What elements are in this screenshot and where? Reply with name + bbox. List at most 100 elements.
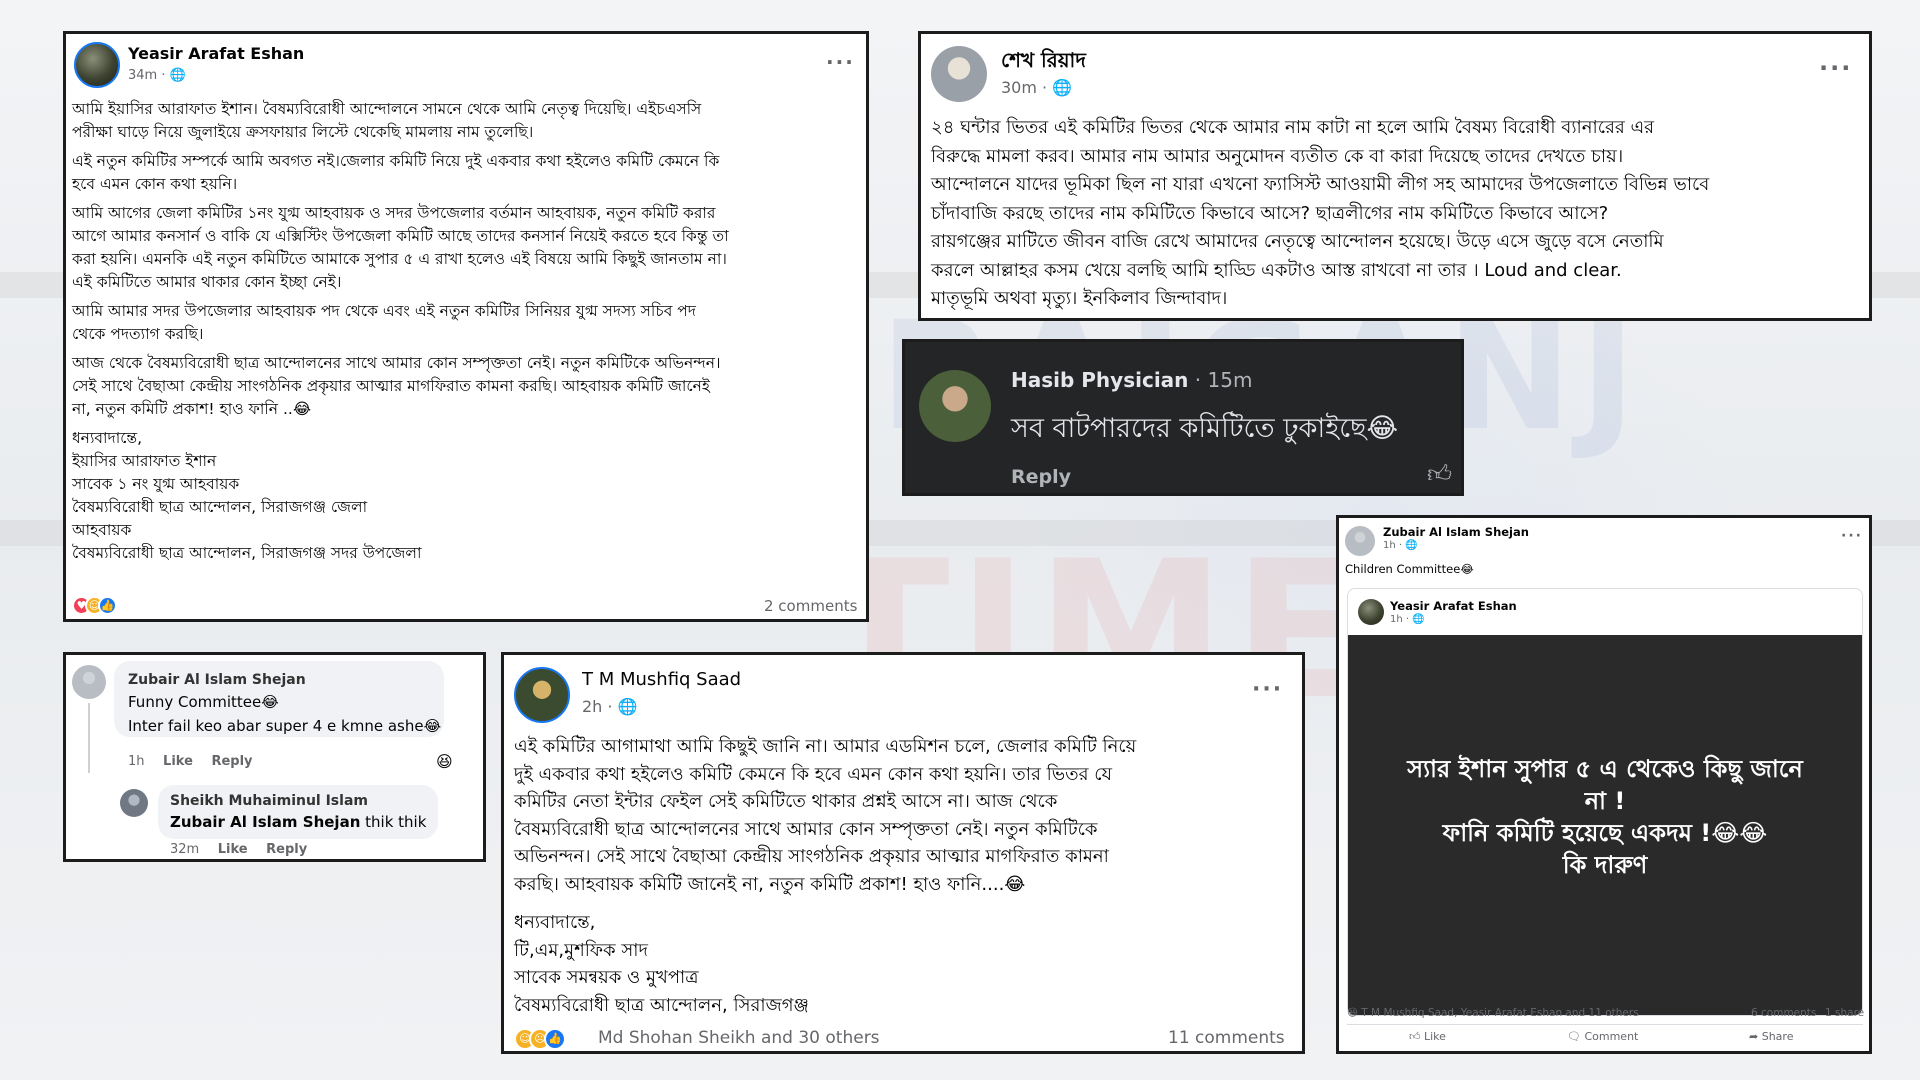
post-text-line: মাতৃভূমি অথবা মৃত্যু। ইনকিলাব জিন্দাবাদ। bbox=[931, 288, 1228, 309]
share-count[interactable]: 1 share bbox=[1825, 1007, 1864, 1019]
globe-icon: 🌐 bbox=[169, 68, 186, 83]
post-paragraph: আমি আমার সদর উপজেলার আহবায়ক পদ থেকে এবং… bbox=[72, 300, 864, 346]
post-author[interactable]: Yeasir Arafat Eshan bbox=[128, 44, 304, 63]
avatar[interactable] bbox=[514, 667, 570, 723]
reactors-names: T M Mushfiq Saad, Yeasir Arafat Eshan an… bbox=[1361, 1007, 1639, 1019]
comment-count[interactable]: 2 comments bbox=[764, 597, 857, 615]
post-text-line: এই কমিটিতে আমার থাকার কোন ইচ্ছা নেই। bbox=[72, 273, 342, 291]
post-text-line: এই কমিটির আগামাথা আমি কিছুই জানি না। আমা… bbox=[514, 736, 1137, 757]
post-text-line: আগে আমার কনসার্ন ও বাকি যে এক্সিস্টিং উপ… bbox=[72, 227, 729, 245]
like-button[interactable]: Like bbox=[218, 842, 248, 857]
post-text-line: অভিনন্দন। সেই সাথে বৈছাআ কেন্দ্রীয় সাংগ… bbox=[514, 846, 1109, 867]
image-text-line: স্যার ইশান সুপার ৫ এ থেকেও কিছু জানে bbox=[1407, 755, 1803, 783]
avatar[interactable] bbox=[919, 370, 991, 442]
post-text-line: রায়গঞ্জের মাটিতে জীবন বাজি রেখে আমাদের … bbox=[931, 231, 1664, 252]
reactors-text[interactable]: Md Shohan Sheikh and 30 others bbox=[598, 1028, 880, 1048]
like-button[interactable]: Like bbox=[163, 754, 193, 769]
comment-author[interactable]: Zubair Al Islam Shejan bbox=[128, 672, 306, 688]
comment-author[interactable]: Sheikh Muhaiminul Islam bbox=[170, 793, 368, 809]
more-options-icon[interactable]: ··· bbox=[1252, 677, 1283, 702]
post-text-line: বৈষম্যবিরোধী ছাত্র আন্দোলনের সাথে আমার ক… bbox=[514, 818, 1098, 840]
reply-button[interactable]: Reply bbox=[266, 842, 307, 857]
avatar[interactable] bbox=[1358, 599, 1384, 625]
comment-actions: 32m Like Reply bbox=[170, 842, 307, 857]
post-text-line: করলে আল্লাহর কসম খেয়ে বলছি আমি হাড্ডি এ… bbox=[931, 259, 1622, 281]
avatar[interactable] bbox=[931, 46, 987, 102]
haha-icon: 😆 bbox=[1347, 1007, 1358, 1019]
shared-image[interactable]: স্যার ইশান সুপার ৫ এ থেকেও কিছু জানে না … bbox=[1348, 635, 1862, 1015]
avatar[interactable] bbox=[74, 42, 120, 88]
post-text-line: সাবেক ১ নং যুগ্ম আহবায়ক bbox=[72, 475, 240, 493]
laugh-reaction-icon[interactable]: 😆 bbox=[436, 752, 453, 771]
post-time[interactable]: 1h · 🌐 bbox=[1383, 540, 1418, 551]
post-time[interactable]: 34m · 🌐 bbox=[128, 68, 186, 83]
share-action-button[interactable]: ➦ Share bbox=[1749, 1030, 1793, 1043]
post-caption: Children Committee😂 bbox=[1345, 562, 1474, 576]
reactions[interactable]: ☺ ☹ 👍 bbox=[514, 1027, 566, 1050]
post-time-text: 1h · bbox=[1383, 540, 1406, 551]
reactors-text[interactable]: 😆 T M Mushfiq Saad, Yeasir Arafat Eshan … bbox=[1347, 1007, 1639, 1019]
reply-button[interactable]: Reply bbox=[211, 754, 252, 769]
more-options-icon[interactable]: ··· bbox=[826, 50, 855, 74]
post-text-line: সেই সাথে বৈছাআ কেন্দ্রীয় সাংগঠনিক প্রকৃ… bbox=[72, 377, 710, 395]
post-author[interactable]: T M Mushfiq Saad bbox=[582, 669, 741, 690]
post-text-line: চাঁদাবাজি করছে তাদের নাম কমিটিতে কিভাবে … bbox=[931, 202, 1609, 224]
post-time-text: 2h · bbox=[582, 697, 618, 716]
post-text-line: পরীক্ষা ঘাড়ে নিয়ে জুলাইয়ে ক্রসফায়ার … bbox=[72, 123, 534, 141]
signature-line: বৈষম্যবিরোধী ছাত্র আন্দোলন, সিরাজগঞ্জ bbox=[514, 994, 809, 1016]
post-body: ২৪ ঘন্টার ভিতর এই কমিটির ভিতর থেকে আমার … bbox=[931, 114, 1866, 314]
signature-line: ধন্যবাদান্তে, bbox=[514, 912, 596, 933]
avatar[interactable] bbox=[72, 665, 106, 699]
avatar[interactable] bbox=[1345, 526, 1375, 556]
post-author[interactable]: শেখ রিয়াদ bbox=[1001, 46, 1086, 79]
comment-actions: 1h Like Reply bbox=[128, 754, 253, 769]
comment-thread-card: Zubair Al Islam Shejan Funny Committee😂 … bbox=[63, 652, 486, 862]
image-text-line: না ! bbox=[1584, 787, 1626, 815]
shared-time-text: 1h · bbox=[1390, 614, 1413, 625]
thumbs-up-icon[interactable]: 👍︎ bbox=[1427, 460, 1452, 489]
globe-icon: 🌐 bbox=[1052, 78, 1073, 97]
comment-action-label: Comment bbox=[1584, 1030, 1639, 1043]
post-text-line: দুই একবার কথা হইলেও কমিটি কেমনে কি হবে এ… bbox=[514, 763, 1112, 785]
shared-time[interactable]: 1h · 🌐 bbox=[1390, 614, 1425, 625]
comment-author-name: Hasib Physician bbox=[1011, 368, 1189, 392]
more-options-icon[interactable]: ··· bbox=[1819, 54, 1852, 82]
more-options-icon[interactable]: ··· bbox=[1841, 528, 1863, 544]
post-card-riyad: শেখ রিয়াদ 30m · 🌐 ··· ২৪ ঘন্টার ভিতর এই… bbox=[918, 31, 1872, 321]
globe-icon: 🌐 bbox=[1405, 540, 1418, 551]
post-text-line: আন্দোলনে যাদের ভূমিকা ছিল না যারা এখনো ফ… bbox=[931, 174, 1710, 195]
post-author[interactable]: Zubair Al Islam Shejan bbox=[1383, 525, 1529, 539]
post-text-line: আহবায়ক bbox=[72, 521, 132, 539]
mention-link[interactable]: Zubair Al Islam Shejan bbox=[170, 813, 360, 831]
post-body: আমি ইয়াসির আরাফাত ইশান। বৈষম্যবিরোধী আন… bbox=[72, 98, 864, 571]
post-text-line: করছি। আহবায়ক কমিটি জানেই না, নতুন কমিটি… bbox=[514, 873, 1026, 895]
comment-text: সব বাটপারদের কমিটিতে ঢুকাইছে😂 bbox=[1011, 413, 1399, 444]
reactions[interactable]: ♥ ☺👍 bbox=[72, 594, 117, 615]
comment-text: Inter fail keo abar super 4 e kmne ashe😂 bbox=[128, 717, 442, 735]
comment-author[interactable]: Hasib Physician · 15m bbox=[1011, 368, 1252, 392]
reply-button[interactable]: Reply bbox=[1011, 466, 1071, 488]
post-time-text: 34m · bbox=[128, 68, 170, 83]
post-text-line: না, নতুন কমিটি প্রকাশ! হাও ফানি ..😂 bbox=[72, 400, 311, 418]
comment-icon: 🗨︎ bbox=[1567, 1030, 1581, 1043]
post-time[interactable]: 30m · 🌐 bbox=[1001, 78, 1072, 97]
like-action-button[interactable]: 👍︎ Like bbox=[1409, 1030, 1446, 1043]
post-card-mushfiq: T M Mushfiq Saad 2h · 🌐 ··· এই কমিটির আগ… bbox=[501, 652, 1305, 1054]
shared-author[interactable]: Yeasir Arafat Eshan bbox=[1390, 599, 1517, 613]
avatar[interactable] bbox=[120, 789, 148, 817]
like-action-label: Like bbox=[1424, 1030, 1446, 1043]
post-paragraph: আমি আগের জেলা কমিটির ১নং যুগ্ম আহবায়ক ও… bbox=[72, 202, 864, 294]
comment-action-button[interactable]: 🗨︎ Comment bbox=[1567, 1030, 1638, 1043]
comment-text: Zubair Al Islam Shejan thik thik bbox=[170, 813, 426, 831]
post-paragraph: ধন্যবাদান্তে, ইয়াসির আরাফাত ইশান সাবেক ১ … bbox=[72, 427, 864, 565]
post-time[interactable]: 2h · 🌐 bbox=[582, 697, 638, 716]
signature-line: টি,এম,মুশফিক সাদ bbox=[514, 939, 648, 961]
shared-post[interactable]: Yeasir Arafat Eshan 1h · 🌐 স্যার ইশান সু… bbox=[1347, 588, 1863, 1016]
post-text-line: থেকে পদত্যাগ করছি। bbox=[72, 325, 204, 343]
comment-time: 32m bbox=[170, 842, 200, 857]
post-body: এই কমিটির আগামাথা আমি কিছুই জানি না। আমা… bbox=[514, 733, 1299, 898]
globe-icon: 🌐 bbox=[1412, 614, 1425, 625]
comment-count[interactable]: 11 comments bbox=[1168, 1028, 1285, 1048]
reply-thread-line bbox=[88, 703, 90, 773]
comment-count[interactable]: 6 comments bbox=[1751, 1007, 1816, 1019]
